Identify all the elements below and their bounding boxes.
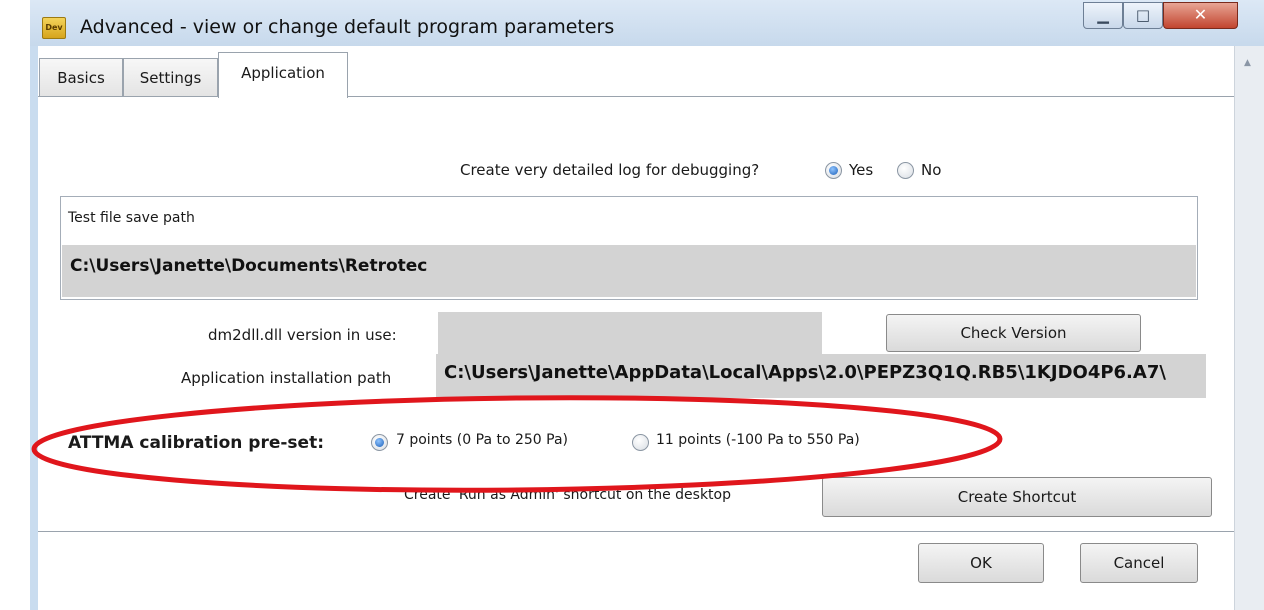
- annotation-ellipse: [31, 395, 1003, 493]
